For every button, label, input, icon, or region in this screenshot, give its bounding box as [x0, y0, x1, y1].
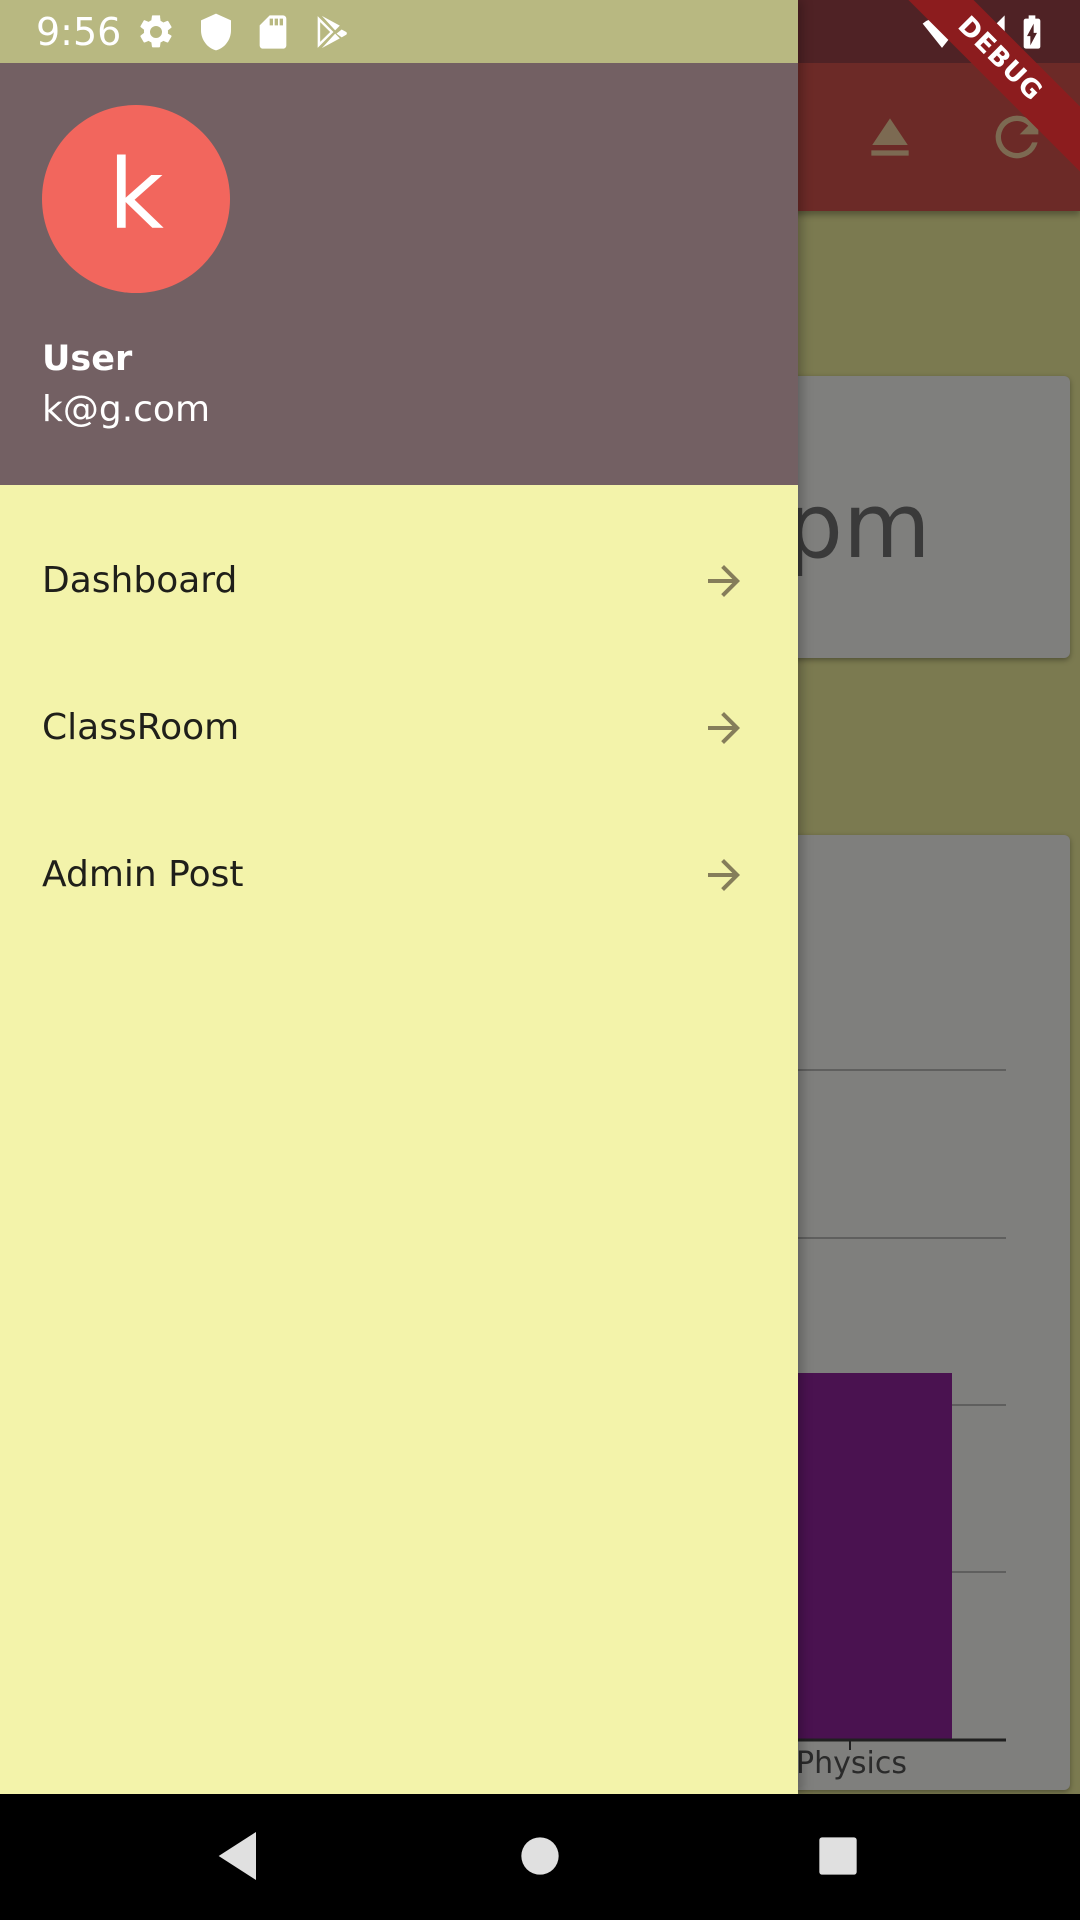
drawer-item-label: ClassRoom: [42, 707, 240, 748]
gear-icon: [140, 15, 172, 48]
drawer-item-dashboard[interactable]: Dashboard: [0, 507, 798, 654]
status-time: 9:56: [36, 10, 122, 54]
eject-icon[interactable]: [858, 105, 922, 169]
shield-icon: [201, 13, 231, 51]
account-name: User: [42, 339, 133, 379]
avatar[interactable]: k: [42, 105, 230, 293]
home-icon[interactable]: [508, 1824, 572, 1888]
drawer-item-label: Dashboard: [42, 560, 238, 601]
arrow-forward-icon: [708, 712, 740, 744]
drawer-item-admin-post[interactable]: Admin Post: [0, 801, 798, 948]
recents-icon[interactable]: [806, 1824, 870, 1888]
arrow-forward-icon: [708, 859, 740, 891]
back-icon[interactable]: [208, 1824, 272, 1888]
navigation-drawer: k User k@g.com Dashboard ClassRoom Admin…: [0, 0, 798, 1794]
play-store-icon: [317, 15, 347, 49]
account-email: k@g.com: [42, 389, 211, 430]
drawer-item-label: Admin Post: [42, 854, 244, 895]
drawer-header: k User k@g.com: [0, 63, 798, 485]
sd-card-icon: [259, 15, 287, 49]
system-navigation-bar: [0, 1794, 1080, 1920]
drawer-item-classroom[interactable]: ClassRoom: [0, 654, 798, 801]
screen: 0 pm Physics k User k@g.com Dashboard Cl…: [0, 0, 1080, 1920]
arrow-forward-icon: [708, 565, 740, 597]
chart-x-tick-label: Physics: [796, 1746, 907, 1781]
